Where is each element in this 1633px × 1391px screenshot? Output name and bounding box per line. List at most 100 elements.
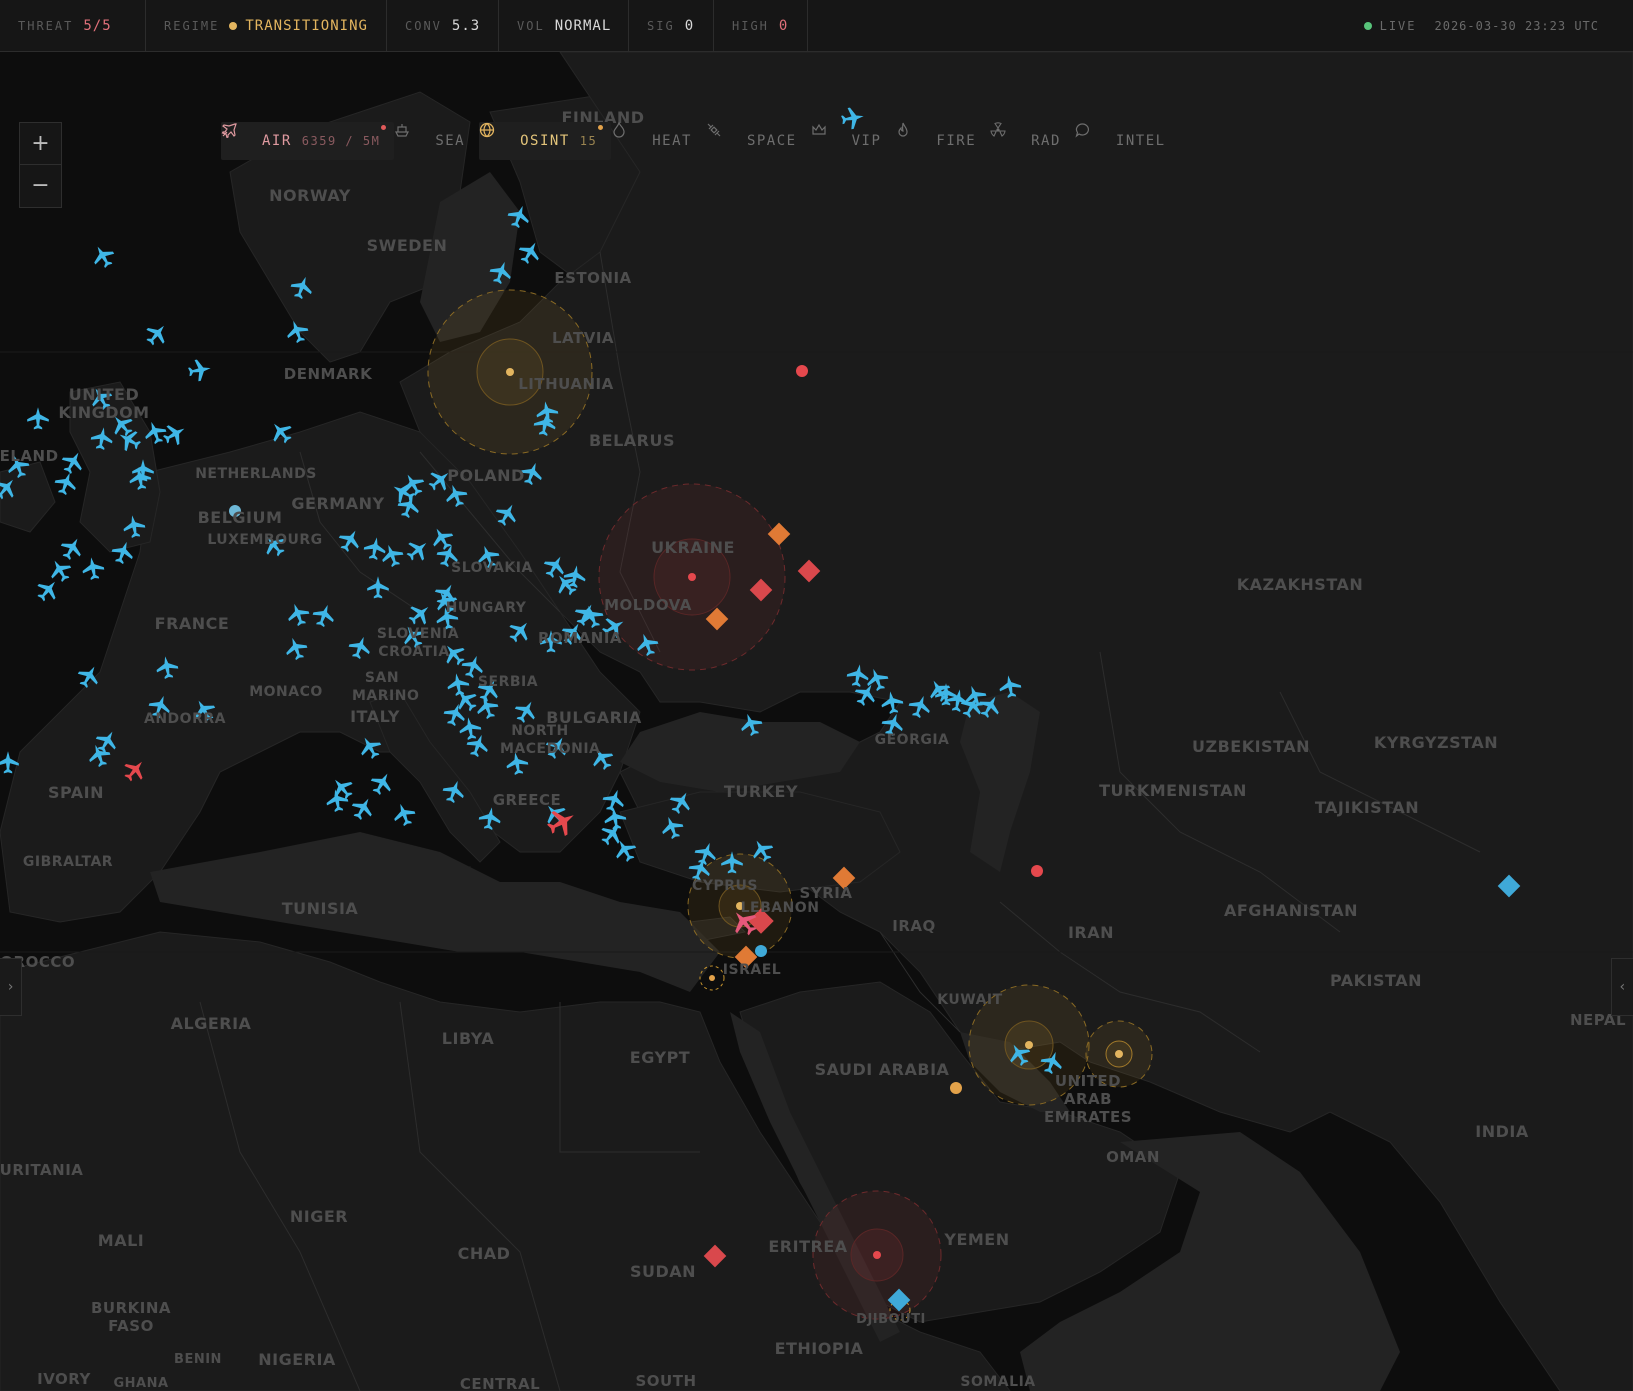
layer-toggle-heat[interactable]: HEAT: [611, 122, 706, 160]
country-label: CYPRUS: [692, 878, 758, 894]
threat-value: 5/5: [83, 17, 112, 34]
aircraft-icon[interactable]: [366, 768, 397, 799]
country-label: MOLDOVA: [604, 596, 692, 614]
country-label: GREECE: [492, 791, 562, 809]
country-label: BELGIUM: [197, 508, 283, 527]
country-label: BELARUS: [588, 431, 676, 450]
live-label: LIVE: [1379, 18, 1417, 33]
satellite-icon: [707, 123, 738, 150]
sig-stat: SIG 0: [629, 0, 714, 51]
right-panel-toggle[interactable]: ‹: [1611, 958, 1633, 1016]
threat-label: THREAT: [18, 18, 74, 33]
aircraft-icon[interactable]: [186, 357, 213, 383]
country-label: GHANA: [113, 1376, 169, 1391]
regime-label: REGIME: [164, 18, 220, 33]
radiation-icon: [990, 122, 1022, 150]
zone-gulf-center: [1025, 1041, 1033, 1049]
regime-stat: REGIME TRANSITIONING: [146, 0, 387, 51]
layer-toggle-space[interactable]: SPACE: [706, 122, 811, 160]
zoom-in-button[interactable]: +: [20, 123, 61, 164]
threat-stat: THREAT 5/5: [0, 0, 146, 51]
aircraft-icon[interactable]: [88, 241, 119, 272]
live-indicator: LIVE 2026-03-30 23:23 UTC: [1363, 0, 1599, 51]
layer-toggle-vip[interactable]: VIP: [811, 122, 896, 160]
country-label: CHAD: [457, 1244, 511, 1263]
aircraft-icon[interactable]: [80, 555, 106, 582]
layer-label: SEA: [435, 133, 466, 149]
layer-count: 6359 / 5M: [301, 134, 381, 148]
regime-dot-icon: [229, 21, 238, 30]
country-label: POLAND: [447, 466, 525, 485]
zone-bab-el-mandeb-center: [873, 1251, 881, 1259]
country-label: UNITED ARAB EMIRATES: [1043, 1072, 1133, 1126]
country-label: UKRAINE: [651, 538, 735, 557]
layer-toggle-fire[interactable]: FIRE: [895, 122, 990, 160]
vol-value: NORMAL: [554, 17, 612, 34]
aircraft-icon[interactable]: [602, 805, 628, 832]
zoom-out-button[interactable]: −: [20, 164, 61, 206]
vol-stat: VOL NORMAL: [499, 0, 629, 51]
ship-icon: [395, 124, 426, 150]
layer-toolbar: AIR 6359 / 5M SEA OSINT 15 HEAT SPACE VI…: [221, 122, 1180, 160]
country-label: NORWAY: [269, 186, 351, 205]
layer-toggle-sea[interactable]: SEA: [394, 122, 479, 160]
country-label: NIGER: [289, 1207, 349, 1226]
layer-label: HEAT: [652, 133, 692, 149]
country-label: OMAN: [1106, 1148, 1160, 1166]
zone-ukraine-center: [688, 573, 696, 581]
layer-toggle-intel[interactable]: INTEL: [1075, 122, 1180, 160]
aircraft-icon[interactable]: [56, 533, 87, 564]
country-label: ANDORRA: [144, 711, 226, 727]
country-label: SYRIA: [799, 884, 853, 902]
hostile-dot-icon[interactable]: [796, 365, 808, 377]
country-label: ERITREA: [768, 1237, 848, 1256]
country-label: SWEDEN: [366, 236, 448, 255]
country-label: MALI: [97, 1231, 145, 1250]
aircraft-icon[interactable]: [51, 469, 80, 498]
country-label: LITHUANIA: [518, 375, 614, 393]
left-panel-toggle[interactable]: ›: [0, 958, 22, 1016]
country-label: LATVIA: [551, 329, 615, 347]
osint-dot-icon[interactable]: [755, 945, 767, 957]
fire-icon: [898, 122, 927, 150]
aircraft-icon[interactable]: [32, 574, 64, 606]
country-label: AFGHANISTAN: [1223, 901, 1359, 920]
country-label: SAUDI ARABIA: [814, 1060, 950, 1079]
aircraft-icon[interactable]: [141, 318, 173, 350]
layer-label: OSINT: [520, 133, 570, 149]
country-label: NIGERIA: [258, 1350, 336, 1369]
warning-dot-icon[interactable]: [950, 1082, 962, 1094]
layer-toggle-air[interactable]: AIR 6359 / 5M: [221, 122, 395, 160]
country-label: LUXEMBOURG: [207, 532, 323, 548]
aircraft-icon[interactable]: [390, 800, 419, 829]
country-label: ESTONIA: [554, 269, 632, 287]
layer-label: RAD: [1031, 133, 1061, 149]
layer-label: VIP: [851, 133, 882, 149]
country-label: YEMEN: [944, 1230, 1010, 1249]
country-label: KAZAKHSTAN: [1236, 575, 1364, 594]
layer-toggle-osint[interactable]: OSINT 15: [479, 122, 612, 160]
country-label: SUDAN: [629, 1262, 697, 1281]
country-label: CROATIA: [378, 644, 450, 660]
plane-icon: [221, 123, 253, 150]
zoom-control: + −: [19, 122, 62, 208]
aircraft-icon[interactable]: [159, 419, 190, 450]
regime-value: TRANSITIONING: [245, 17, 368, 34]
hostile-dot-icon[interactable]: [1031, 865, 1043, 877]
country-label: ROMANIA: [537, 629, 623, 647]
layer-toggle-rad[interactable]: RAD: [990, 122, 1075, 160]
map-canvas[interactable]: FINLAND NORWAY SWEDEN ESTONIA LATVIA LIT…: [0, 52, 1633, 1391]
live-dot-icon: [1363, 21, 1372, 30]
country-label: NORTH MACEDONIA: [500, 723, 601, 757]
country-label: GERMANY: [291, 494, 385, 513]
chevron-right-icon: ›: [6, 979, 15, 995]
aircraft-icon[interactable]: [347, 793, 378, 824]
high-label: HIGH: [732, 18, 769, 33]
country-label: CENTRAL: [459, 1375, 541, 1391]
country-label: SPAIN: [47, 783, 105, 802]
aircraft-icon[interactable]: [45, 555, 76, 586]
ireland-land: [0, 461, 56, 533]
top-status-bar: THREAT 5/5 REGIME TRANSITIONING CONV 5.3…: [0, 0, 1633, 52]
country-label: MAURITANIA: [0, 1161, 84, 1179]
country-label: PAKISTAN: [1330, 971, 1422, 990]
